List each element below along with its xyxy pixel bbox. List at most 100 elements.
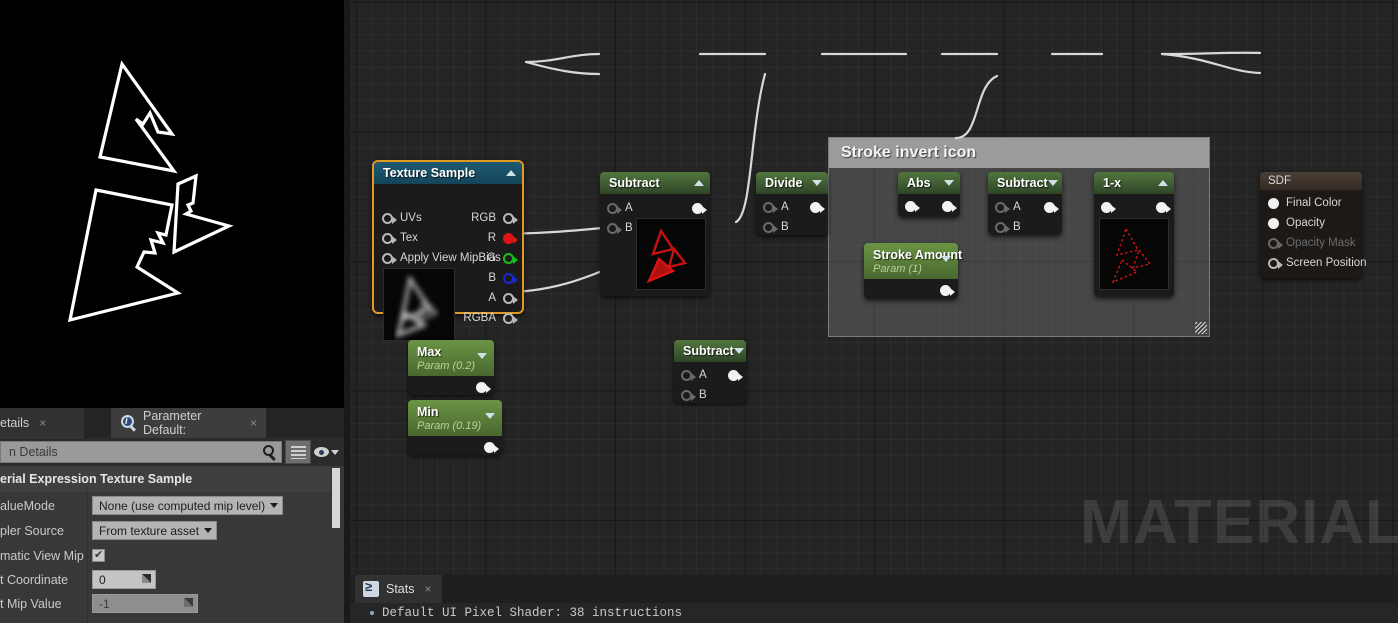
node-input-b[interactable]: B <box>995 217 1021 237</box>
pin-input[interactable] <box>1268 197 1279 209</box>
node-input-apply-view-mipbias[interactable]: Apply View MipBias <box>382 248 501 268</box>
pin-input[interactable] <box>995 221 1010 233</box>
pin-output[interactable] <box>503 272 518 284</box>
collapse-caret-icon[interactable] <box>944 180 954 186</box>
node-input[interactable] <box>905 196 920 216</box>
pin-output[interactable] <box>728 369 743 381</box>
node-header[interactable]: 1-x <box>1094 172 1174 194</box>
tab-parameter-defaults-close-icon[interactable]: × <box>250 416 257 430</box>
collapse-caret-icon[interactable] <box>941 256 951 262</box>
pin-output[interactable] <box>692 202 707 214</box>
pin-output[interactable] <box>476 381 491 393</box>
node-header[interactable]: Texture Sample <box>374 162 522 184</box>
node-input-a[interactable]: A <box>763 197 789 217</box>
node-output[interactable] <box>692 198 707 218</box>
pin-output[interactable] <box>503 312 518 324</box>
pin-input[interactable] <box>905 200 920 212</box>
node-input-opacity[interactable]: Opacity <box>1268 213 1325 233</box>
node-input-final-color[interactable]: Final Color <box>1268 193 1342 213</box>
node-output[interactable] <box>810 197 825 217</box>
node-output[interactable] <box>728 365 743 385</box>
node-header[interactable]: Stroke Amount Param (1) <box>864 243 962 279</box>
pin-output[interactable] <box>503 232 518 244</box>
collapse-caret-icon[interactable] <box>506 170 516 176</box>
pin-input[interactable] <box>681 389 696 401</box>
node-header[interactable]: Min Param (0.19) <box>408 400 502 436</box>
node-output-b[interactable]: B <box>488 268 518 288</box>
material-preview-viewport[interactable] <box>0 0 344 408</box>
pin-output[interactable] <box>810 201 825 213</box>
pin-output[interactable] <box>503 292 518 304</box>
visibility-options-button[interactable] <box>314 440 344 464</box>
node-texture-sample[interactable]: Texture Sample UVs Tex Apply View MipBia… <box>372 160 524 341</box>
pin-input[interactable] <box>681 369 696 381</box>
pin-output[interactable] <box>503 252 518 264</box>
node-stroke-amount-param[interactable]: Stroke Amount Param (1) <box>864 243 962 300</box>
node-subtract-3[interactable]: Subtract A B <box>674 340 746 403</box>
collapse-caret-icon[interactable] <box>812 180 822 186</box>
pin-input[interactable] <box>995 201 1010 213</box>
node-output-a[interactable]: A <box>488 288 518 308</box>
pin-input[interactable] <box>763 221 778 233</box>
tab-parameter-defaults[interactable]: i Parameter Default: × <box>111 408 266 438</box>
pin-input[interactable] <box>382 232 397 244</box>
details-scrollbar[interactable] <box>332 468 340 528</box>
collapse-caret-icon[interactable] <box>733 348 744 354</box>
tab-details-close-icon[interactable]: × <box>39 416 46 430</box>
node-divide[interactable]: Divide A B <box>756 172 828 235</box>
pin-input[interactable] <box>1268 257 1283 269</box>
node-input-a[interactable]: A <box>607 198 633 218</box>
node-input-uvs[interactable]: UVs <box>382 208 422 228</box>
pin-output[interactable] <box>503 212 518 224</box>
spinner-icon[interactable] <box>142 574 151 583</box>
node-header[interactable]: Subtract <box>600 172 710 194</box>
node-output-r[interactable]: R <box>488 228 518 248</box>
node-input-opacity-mask[interactable]: Opacity Mask <box>1268 233 1356 253</box>
pin-input[interactable] <box>607 202 622 214</box>
sampler-source-dropdown[interactable]: From texture asset <box>92 521 218 540</box>
tab-stats[interactable]: Stats × <box>355 575 442 603</box>
node-header[interactable]: Max Param (0.2) <box>408 340 494 376</box>
pin-input[interactable] <box>1268 237 1283 249</box>
tab-stats-close-icon[interactable]: × <box>425 582 432 596</box>
pin-output[interactable] <box>484 441 499 453</box>
column-view-button[interactable] <box>285 440 311 464</box>
pin-output[interactable] <box>942 200 957 212</box>
node-abs[interactable]: Abs <box>898 172 960 217</box>
node-output[interactable] <box>476 377 491 397</box>
pin-input[interactable] <box>607 222 622 234</box>
node-subtract-2[interactable]: Subtract A B <box>988 172 1062 235</box>
pin-input[interactable] <box>1268 217 1279 229</box>
node-output[interactable] <box>484 437 499 457</box>
node-output[interactable] <box>942 196 957 216</box>
node-header[interactable]: Abs <box>898 172 960 194</box>
node-input-a[interactable]: A <box>995 197 1021 217</box>
collapse-caret-icon[interactable] <box>694 180 704 186</box>
node-input-b[interactable]: B <box>681 385 707 405</box>
node-input-b[interactable]: B <box>607 218 633 238</box>
const-coordinate-input[interactable]: 0 <box>92 570 156 589</box>
node-one-minus-x[interactable]: 1-x <box>1094 172 1174 297</box>
pin-input[interactable] <box>382 252 397 264</box>
collapse-caret-icon[interactable] <box>1047 180 1058 186</box>
node-output[interactable] <box>1156 197 1171 217</box>
node-output[interactable] <box>1044 197 1059 217</box>
collapse-caret-icon[interactable] <box>477 353 487 359</box>
material-node-graph[interactable]: MATERIAL Stroke invert icon Texture Samp… <box>350 0 1398 575</box>
search-input[interactable]: n Details <box>0 441 282 463</box>
const-mip-value-input[interactable]: -1 <box>92 594 198 613</box>
node-output-g[interactable]: G <box>487 248 518 268</box>
pin-input[interactable] <box>763 201 778 213</box>
node-input-tex[interactable]: Tex <box>382 228 418 248</box>
pin-input[interactable] <box>1101 201 1116 213</box>
node-min-param[interactable]: Min Param (0.19) <box>408 400 502 455</box>
node-sdf-output[interactable]: SDF Final Color Opacity Opacity Mask Scr… <box>1260 172 1367 278</box>
node-output-rgb[interactable]: RGB <box>471 208 518 228</box>
node-header[interactable]: SDF <box>1260 172 1362 190</box>
node-output[interactable] <box>940 280 955 300</box>
node-header[interactable]: Subtract <box>674 340 746 362</box>
node-input-screen-position[interactable]: Screen Position <box>1268 253 1367 273</box>
node-header[interactable]: Subtract <box>988 172 1062 194</box>
node-header[interactable]: Divide <box>756 172 828 194</box>
pin-output[interactable] <box>1044 201 1059 213</box>
